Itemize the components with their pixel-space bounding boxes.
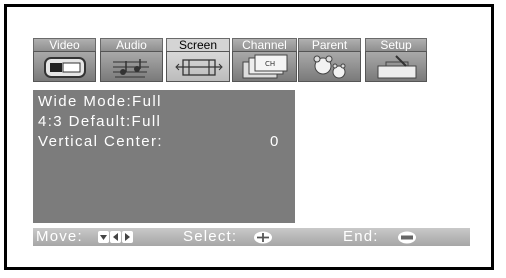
svg-text:CH: CH xyxy=(265,60,275,68)
tab-parent[interactable]: Parent xyxy=(298,38,361,52)
video-tv-icon[interactable] xyxy=(33,51,96,82)
end-label: End: xyxy=(343,228,379,245)
channel-ch-icon[interactable]: CH xyxy=(232,51,297,82)
nav-arrows-icon xyxy=(98,231,133,243)
move-label: Move: xyxy=(36,228,83,245)
setup-toolbox-icon[interactable] xyxy=(365,51,427,82)
tab-video[interactable]: Video xyxy=(33,38,96,52)
menu-row-43-default[interactable]: 4:3 Default:Full xyxy=(38,113,161,131)
menu-button-icon xyxy=(398,231,416,244)
menu-row-vertical-center[interactable]: Vertical Center: xyxy=(38,133,163,151)
tab-channel[interactable]: Channel xyxy=(232,38,297,52)
tab-setup[interactable]: Setup xyxy=(365,38,427,52)
tab-audio[interactable]: Audio xyxy=(100,38,163,52)
audio-notes-icon[interactable] xyxy=(100,51,163,82)
select-label: Select: xyxy=(183,228,238,245)
tab-screen[interactable]: Screen xyxy=(166,38,230,52)
parent-bears-icon[interactable] xyxy=(298,51,361,82)
select-cross-icon xyxy=(254,231,272,244)
menu-row-wide-mode[interactable]: Wide Mode:Full xyxy=(38,93,162,111)
screen-adjust-icon[interactable] xyxy=(166,51,230,82)
vertical-center-value: 0 xyxy=(270,133,279,150)
